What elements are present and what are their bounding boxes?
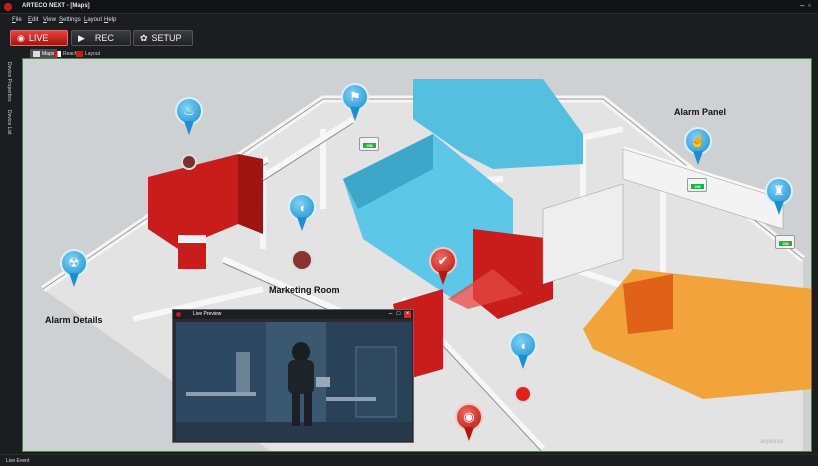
maps-icon (33, 50, 40, 57)
alarm-details-label: Alarm Details (45, 315, 103, 325)
live-event-status[interactable]: Live Event (6, 458, 29, 464)
menu-bar: File Edit View Settings Layout Help (0, 15, 818, 27)
motion-sensor-pin[interactable]: ◖ (288, 193, 316, 233)
setup-button[interactable]: ✿ SETUP (133, 30, 193, 46)
menu-layout[interactable]: Layout (84, 17, 102, 23)
watermark: aryeshia (760, 439, 783, 445)
device-list-tab[interactable]: Device List (6, 110, 12, 134)
motion-sensor-pin-2[interactable]: ◖ (509, 331, 537, 371)
arteco-logo-icon (4, 3, 12, 11)
arteco-logo-icon (176, 312, 181, 317)
floor-map-view[interactable]: Alarm Panel Alarm Details Marketing Room… (22, 58, 812, 452)
fire-extinguisher-pin[interactable]: ♜ (765, 177, 793, 217)
play-icon: ▶ (78, 32, 85, 43)
live-label: LIVE (28, 33, 49, 43)
gear-icon: ✿ (140, 32, 148, 43)
view-tabs: Maps Reach Layout (22, 49, 812, 58)
marketing-room-label: Marketing Room (269, 285, 340, 295)
layout-icon (76, 50, 83, 57)
sensor-indicator[interactable] (181, 154, 197, 170)
live-preview-title: Live Preview (193, 311, 222, 317)
tab-layout[interactable]: Layout (76, 49, 100, 58)
on-status-badge[interactable]: ON (687, 178, 707, 192)
restore-button[interactable]: ▫ (808, 1, 811, 10)
main-toolbar: ◉ LIVE ▶ REC ✿ SETUP (0, 27, 818, 49)
eye-icon: ◉ (17, 32, 25, 43)
live-preview-window[interactable]: Live Preview – □ × (172, 309, 414, 443)
title-bar: ARTECO NEXT - [Maps] – ▫ (0, 0, 818, 14)
window-title: ARTECO NEXT - [Maps] (22, 3, 90, 9)
alarm-panel-pin[interactable]: ☝ (684, 127, 712, 167)
alarm-panel-label: Alarm Panel (674, 107, 727, 117)
siren-pin[interactable]: ☢ (60, 249, 88, 289)
live-button[interactable]: ◉ LIVE (10, 30, 68, 46)
on-status-badge[interactable]: ON (359, 137, 379, 151)
menu-view[interactable]: View (43, 17, 56, 23)
menu-edit[interactable]: Edit (28, 17, 38, 23)
menu-help[interactable]: Help (104, 17, 116, 23)
minimize-button[interactable]: – (387, 311, 394, 318)
left-side-panel: Device Properties Device List (0, 58, 20, 456)
minimize-button[interactable]: – (800, 1, 804, 10)
emergency-exit-pin[interactable]: ⚑ (341, 83, 369, 123)
alarm-check-pin[interactable]: ✔ (429, 247, 457, 287)
device-properties-tab[interactable]: Device Properties (6, 62, 12, 101)
tab-maps-label: Maps (42, 50, 55, 57)
setup-label: SETUP (151, 33, 182, 43)
maximize-button[interactable]: □ (395, 311, 402, 318)
on-status-badge[interactable]: ON (775, 235, 795, 249)
reach-icon (54, 50, 61, 57)
menu-file[interactable]: File (12, 17, 22, 23)
office-scene-image (176, 322, 412, 441)
fire-sensor-pin[interactable]: ♨ (175, 97, 203, 137)
camera-pin[interactable]: ◉ (455, 403, 483, 443)
live-preview-titlebar[interactable]: Live Preview – □ × (173, 310, 413, 319)
sensor-indicator[interactable] (291, 249, 313, 271)
tab-reach[interactable]: Reach (54, 49, 77, 58)
menu-settings[interactable]: Settings (59, 17, 81, 23)
floor-plan-3d (41, 79, 811, 451)
rec-button[interactable]: ▶ REC (71, 30, 131, 46)
tab-layout-label: Layout (85, 50, 101, 57)
camera-video-feed[interactable] (176, 322, 412, 441)
rec-label: REC (94, 33, 114, 43)
sensor-indicator-active[interactable] (514, 385, 532, 403)
close-button[interactable]: × (404, 311, 411, 318)
status-bar: Live Event (0, 454, 818, 466)
